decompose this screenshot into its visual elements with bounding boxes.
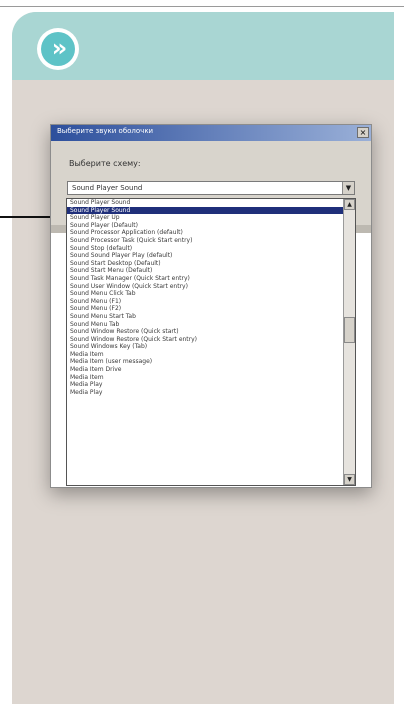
- scroll-thumb[interactable]: [344, 317, 355, 343]
- list-item[interactable]: Sound Stop (default): [67, 245, 343, 253]
- list-item[interactable]: Sound Player Sound: [67, 199, 343, 207]
- scrollbar[interactable]: ▲ ▼: [343, 199, 355, 485]
- list-item[interactable]: Media Item (user message): [67, 358, 343, 366]
- list-item[interactable]: Sound Processor Application (default): [67, 229, 343, 237]
- list-item[interactable]: Sound Player (Default): [67, 222, 343, 230]
- list-item[interactable]: Sound Task Manager (Quick Start entry): [67, 275, 343, 283]
- list-item[interactable]: Sound Menu Tab: [67, 321, 343, 329]
- scheme-label: Выберите схему:: [69, 159, 141, 168]
- list-item[interactable]: Sound Window Restore (Quick start): [67, 328, 343, 336]
- scroll-down-button[interactable]: ▼: [344, 474, 355, 485]
- scheme-select[interactable]: Sound Player Sound ▼: [67, 181, 355, 195]
- list-item[interactable]: Sound Menu (F2): [67, 305, 343, 313]
- scheme-dropdown-list[interactable]: Sound Player Sound Sound Player Sound Soun…: [66, 198, 356, 486]
- list-item[interactable]: Sound Menu (F1): [67, 298, 343, 306]
- dropdown-items: Sound Player Sound Sound Player Sound Soun…: [67, 199, 343, 396]
- list-item[interactable]: Media Item: [67, 374, 343, 382]
- list-item[interactable]: Sound Start Menu (Default): [67, 267, 343, 275]
- callout-pointer-line: [0, 216, 54, 218]
- list-item[interactable]: Sound Processor Task (Quick Start entry): [67, 237, 343, 245]
- list-item[interactable]: Sound User Window (Quick Start entry): [67, 283, 343, 291]
- list-item[interactable]: Sound Player Sound: [67, 206, 343, 215]
- list-item[interactable]: Sound Windows Key (Tab): [67, 343, 343, 351]
- close-button[interactable]: ×: [357, 127, 369, 138]
- list-item[interactable]: Media Item Drive: [67, 366, 343, 374]
- dialog-titlebar[interactable]: Выберите звуки оболочки ×: [51, 125, 371, 141]
- list-item[interactable]: Sound Start Desktop (Default): [67, 260, 343, 268]
- list-item[interactable]: Sound Menu Start Tab: [67, 313, 343, 321]
- list-item[interactable]: Sound Player Up: [67, 214, 343, 222]
- dialog-title: Выберите звуки оболочки: [57, 127, 154, 135]
- chevron-down-icon[interactable]: ▼: [342, 182, 354, 194]
- scroll-up-button[interactable]: ▲: [344, 199, 355, 210]
- list-item[interactable]: Media Play: [67, 381, 343, 389]
- list-item[interactable]: Sound Menu Click Tab: [67, 290, 343, 298]
- list-item[interactable]: Media Play: [67, 389, 343, 397]
- top-divider-line: [0, 6, 404, 7]
- list-item[interactable]: Sound Sound Player Play (default): [67, 252, 343, 260]
- badge: »: [37, 28, 79, 70]
- list-item[interactable]: Media Item: [67, 351, 343, 359]
- list-item[interactable]: Sound Window Restore (Quick Start entry): [67, 336, 343, 344]
- double-chevron-icon: »: [41, 32, 75, 66]
- scheme-select-value: Sound Player Sound: [72, 184, 143, 192]
- panel-header: »: [12, 12, 394, 80]
